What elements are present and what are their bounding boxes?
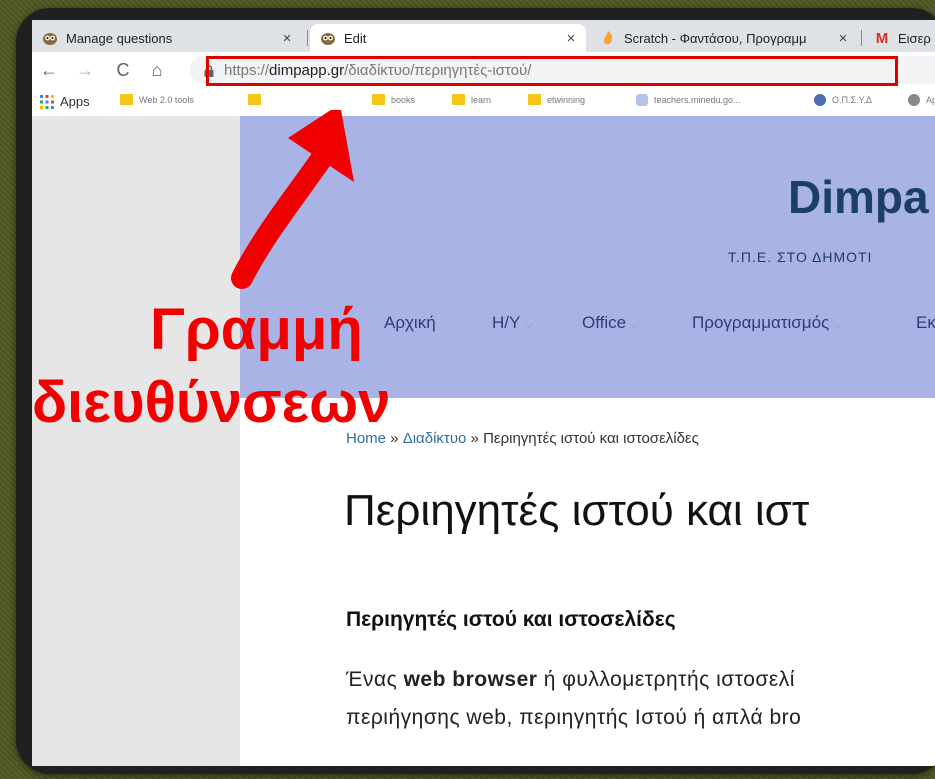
site-title[interactable]: Dimpa (788, 170, 929, 224)
apps-grid-icon (40, 94, 54, 109)
menu-item-office[interactable]: Office ⌵ (582, 313, 638, 333)
tab-divider (861, 30, 862, 46)
close-icon[interactable]: × (278, 30, 296, 47)
chevron-down-icon: ⌵ (833, 319, 842, 331)
tab-title: Manage questions (66, 30, 173, 46)
breadcrumb: Home » Διαδίκτυο » Περιηγητές ιστού και … (346, 430, 699, 447)
menu-label: Προγραμματισμός (692, 313, 830, 332)
bookmark-link[interactable]: App (908, 94, 935, 106)
browser-window: Manage questions × Edit × Scratch - Φαντ… (32, 20, 935, 766)
breadcrumb-section-link[interactable]: Διαδίκτυο (403, 430, 467, 447)
menu-label: Η/Υ (492, 313, 521, 332)
bookmark-folder[interactable] (248, 94, 267, 105)
owl-icon (320, 30, 336, 46)
gmail-icon: M (875, 29, 889, 47)
paragraph-text: περιήγησης web, περιηγητής Ιστού ή απλά … (346, 706, 802, 729)
reload-button[interactable]: C (112, 59, 134, 81)
close-icon[interactable]: × (834, 30, 852, 47)
paragraph-text: Ένας (346, 668, 404, 691)
menu-label: Αρχική (384, 313, 436, 332)
menu-item-programming[interactable]: Προγραμματισμός ⌵ (692, 313, 842, 333)
menu-label: Εκ (916, 313, 935, 332)
close-icon[interactable]: × (562, 30, 580, 47)
bookmark-folder[interactable]: Web 2.0 tools (120, 94, 194, 105)
annotation-label-line2: διευθύνσεων (32, 370, 391, 435)
menu-item-home[interactable]: Αρχική (384, 313, 436, 333)
bookmark-link[interactable]: teachers.minedu.go... (636, 94, 741, 106)
web-page: Dimpa Τ.Π.Ε. ΣΤΟ ΔΗΜΟΤΙ Αρχική Η/Υ ⌵ Offi… (32, 116, 935, 766)
home-button[interactable]: ⌂ (146, 59, 168, 81)
tab-strip: Manage questions × Edit × Scratch - Φαντ… (32, 20, 935, 52)
breadcrumb-current: Περιηγητές ιστού και ιστοσελίδες (483, 430, 699, 447)
site-tagline: Τ.Π.Ε. ΣΤΟ ΔΗΜΟΤΙ (728, 249, 873, 265)
tab-edit[interactable]: Edit × (310, 24, 586, 52)
breadcrumb-separator: » (466, 430, 484, 447)
back-button[interactable]: ← (38, 59, 60, 81)
annotation-label-line1: Γραμμή (150, 297, 363, 362)
tab-divider (307, 30, 308, 46)
section-heading: Περιηγητές ιστού και ιστοσελίδες (346, 608, 676, 631)
globe-icon (636, 94, 648, 106)
bookmark-label: books (391, 94, 416, 105)
folder-icon (120, 94, 133, 105)
page-title: Περιηγητές ιστού και ιστ (344, 486, 810, 535)
chevron-down-icon: ⌵ (630, 319, 639, 331)
bookmark-link[interactable]: Ο.Π.Σ.Υ.Δ (814, 94, 872, 106)
tab-title: Scratch - Φαντάσου, Προγραμμ (624, 30, 807, 46)
menu-item-more[interactable]: Εκ (916, 313, 935, 333)
address-bar-highlight (206, 56, 898, 86)
paragraph-bold-term: web browser (403, 668, 538, 691)
globe-icon (908, 94, 920, 106)
menu-item-computer[interactable]: Η/Υ ⌵ (492, 313, 533, 333)
folder-icon (452, 94, 465, 105)
globe-icon (814, 94, 826, 106)
tab-title: Edit (344, 30, 367, 46)
bookmark-label: learn (471, 94, 492, 105)
tab-title: Εισερ (898, 30, 931, 46)
forward-button[interactable]: → (74, 59, 96, 81)
tab-gmail[interactable]: M Εισερ (864, 24, 935, 52)
chevron-down-icon: ⌵ (524, 319, 533, 331)
bookmark-label: Ο.Π.Σ.Υ.Δ (832, 95, 872, 105)
scratch-icon (600, 30, 616, 46)
folder-icon (372, 94, 385, 105)
folder-icon (248, 94, 261, 105)
bookmark-label: App (926, 95, 935, 105)
red-arrow-icon (231, 110, 354, 289)
owl-icon (42, 30, 58, 46)
article-paragraph: Ένας web browser ή φυλλομετρητής ιστοσελ… (346, 661, 935, 737)
page-left-margin (32, 116, 240, 766)
apps-shortcut[interactable]: Apps (40, 94, 90, 109)
menu-label: Office (582, 313, 627, 332)
bookmark-label: etwinning (547, 94, 586, 105)
folder-icon (528, 94, 541, 105)
tab-manage-questions[interactable]: Manage questions × (32, 24, 302, 52)
bookmark-folder[interactable]: etwinning (528, 94, 585, 105)
bookmark-label: teachers.minedu.go... (654, 95, 741, 105)
bookmark-folder[interactable]: books (372, 94, 415, 105)
bookmark-label: Web 2.0 tools (139, 94, 194, 105)
bookmarks-bar: Apps Web 2.0 tools books learn etwinning… (32, 88, 935, 117)
bookmark-folder[interactable]: learn (452, 94, 491, 105)
apps-label: Apps (60, 94, 90, 109)
tab-scratch[interactable]: Scratch - Φαντάσου, Προγραμμ × (590, 24, 858, 52)
monitor-frame: Manage questions × Edit × Scratch - Φαντ… (16, 8, 935, 774)
paragraph-text: ή φυλλομετρητής ιστοσελί (537, 668, 795, 691)
